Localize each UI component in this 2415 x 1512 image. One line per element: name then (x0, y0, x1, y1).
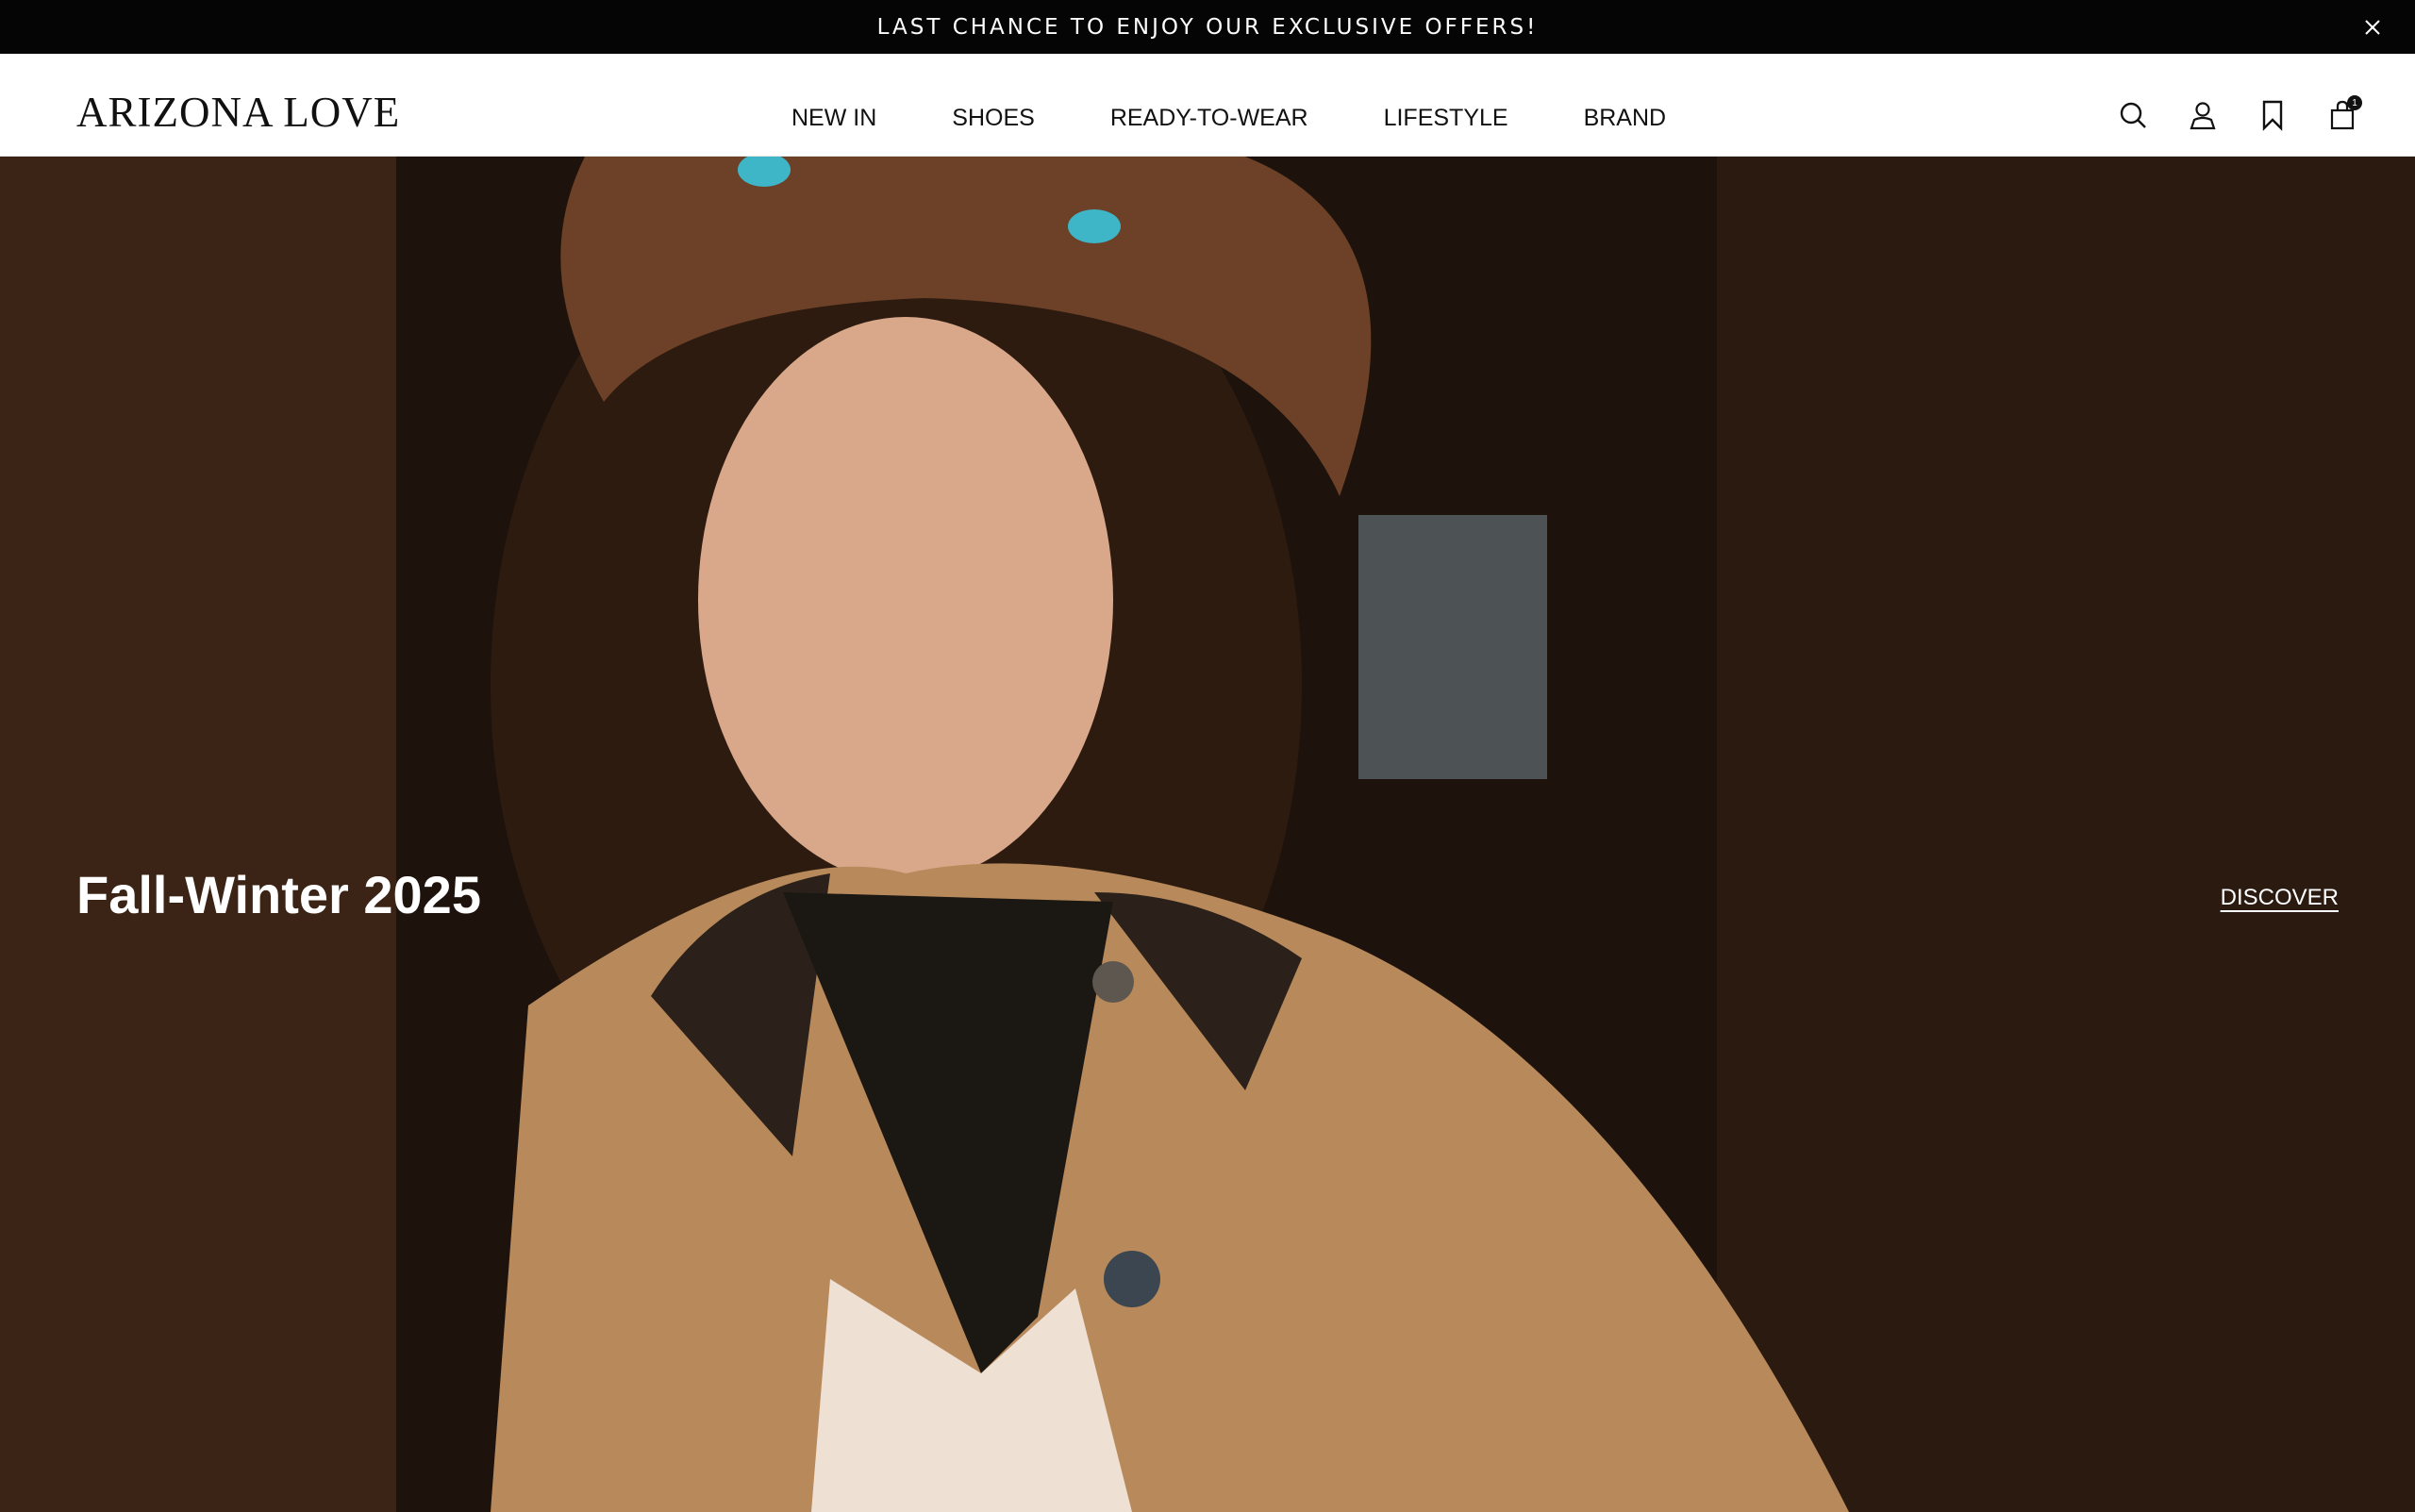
nav-lifestyle[interactable]: LIFESTYLE (1384, 105, 1508, 132)
cart-button[interactable]: 1 (2326, 95, 2362, 131)
site-header: ARIZONA LOVE NEW IN SHOES READY-TO-WEAR … (0, 54, 2415, 157)
bookmark-icon[interactable] (2257, 99, 2289, 131)
search-icon[interactable] (2117, 99, 2149, 131)
nav-brand[interactable]: BRAND (1584, 105, 1667, 132)
close-icon[interactable] (2362, 17, 2383, 38)
hero-image (0, 157, 2415, 1512)
hero-banner[interactable]: Fall-Winter 2025 DISCOVER (0, 157, 2415, 1512)
announcement-text: LAST CHANCE TO ENJOY OUR EXCLUSIVE OFFER… (876, 14, 1539, 40)
cart-count-badge: 1 (2347, 95, 2362, 110)
brand-logo[interactable]: ARIZONA LOVE (76, 91, 400, 134)
nav-new-in[interactable]: NEW IN (791, 105, 876, 132)
header-actions: 1 (2079, 95, 2362, 131)
account-icon[interactable] (2187, 99, 2219, 131)
nav-shoes[interactable]: SHOES (952, 105, 1035, 132)
hero-title: Fall-Winter 2025 (76, 865, 481, 924)
announcement-bar: LAST CHANCE TO ENJOY OUR EXCLUSIVE OFFER… (0, 0, 2415, 54)
nav-ready-to-wear[interactable]: READY-TO-WEAR (1110, 105, 1308, 132)
main-nav: NEW IN SHOES READY-TO-WEAR LIFESTYLE BRA… (791, 105, 1666, 132)
discover-link[interactable]: DISCOVER (2221, 885, 2339, 911)
